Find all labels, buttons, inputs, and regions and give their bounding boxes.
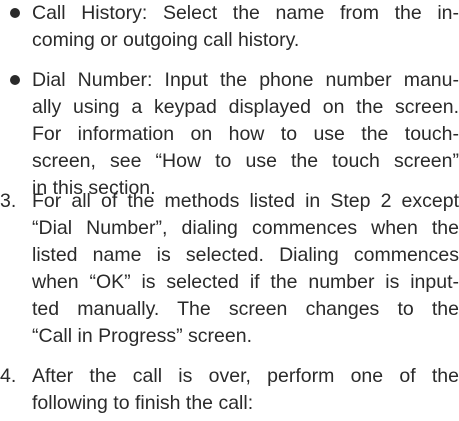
bullet-line: Call History: Select the name from the i…: [32, 2, 459, 24]
step-line: when “OK” is selected if the number is i…: [32, 271, 459, 293]
step-line: “Call in Progress” screen.: [32, 325, 252, 347]
step-line: following to finish the call:: [32, 392, 254, 414]
bullet-line: coming or outgoing call history.: [32, 29, 300, 51]
step-line: After the call is over, perform one of t…: [32, 365, 459, 387]
step-line: listed name is selected. Dialing commenc…: [32, 244, 459, 266]
bullet-line: ally using a keypad displayed on the scr…: [32, 96, 459, 118]
step-line: ted manually. The screen changes to the: [32, 298, 459, 320]
bullet-line: For information on how to use the touch-: [32, 123, 459, 145]
step-number: 3.: [0, 190, 17, 212]
bullet-dot-icon: [10, 75, 20, 85]
step-line: For all of the methods listed in Step 2 …: [32, 190, 459, 212]
step-line: “Dial Number”, dialing commences when th…: [32, 217, 459, 239]
document-page: Call History: Select the name from the i…: [0, 0, 459, 421]
bullet-line: screen, see “How to use the touch screen…: [32, 150, 459, 172]
bullet-dot-icon: [10, 8, 20, 18]
bullet-line: Dial Number: Input the phone number manu…: [32, 69, 459, 91]
step-number: 4.: [0, 365, 17, 387]
